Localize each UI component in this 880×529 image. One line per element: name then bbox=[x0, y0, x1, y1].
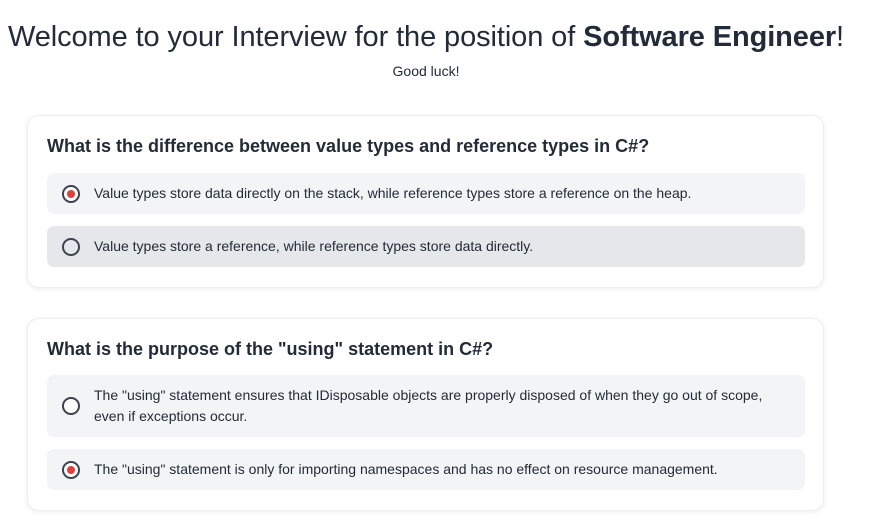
answer-option-text: Value types store data directly on the s… bbox=[94, 185, 692, 201]
page-title: Welcome to your Interview for the positi… bbox=[0, 18, 852, 56]
answer-option[interactable]: Value types store a reference, while ref… bbox=[47, 226, 805, 267]
answer-option[interactable]: Value types store data directly on the s… bbox=[47, 173, 805, 214]
question-card: What is the purpose of the "using" state… bbox=[27, 318, 824, 511]
question-text: What is the purpose of the "using" state… bbox=[47, 339, 494, 359]
answer-option[interactable]: The "using" statement is only for import… bbox=[47, 449, 805, 490]
page-subtitle: Good luck! bbox=[392, 63, 460, 79]
radio-selected-dot bbox=[67, 465, 75, 474]
radio-button[interactable] bbox=[62, 397, 80, 415]
radio-button-selected[interactable] bbox=[62, 184, 80, 203]
radio-button[interactable] bbox=[62, 237, 80, 256]
question-card: What is the difference between value typ… bbox=[27, 115, 824, 288]
answer-option-text: Value types store a reference, while ref… bbox=[94, 238, 534, 254]
title-suffix: ! bbox=[836, 21, 845, 53]
answer-option[interactable]: The "using" statement ensures that IDisp… bbox=[47, 375, 805, 437]
answer-option-text: The "using" statement is only for import… bbox=[94, 461, 718, 477]
title-role: Software Engineer bbox=[583, 21, 837, 53]
title-prefix: Welcome to your Interview for the positi… bbox=[7, 21, 584, 53]
question-text: What is the difference between value typ… bbox=[47, 136, 650, 156]
answer-option-text: The "using" statement ensures that IDisp… bbox=[94, 387, 763, 424]
interview-page: Welcome to your Interview for the positi… bbox=[0, 0, 880, 529]
page-header: Welcome to your Interview for the positi… bbox=[0, 18, 852, 79]
radio-button-selected[interactable] bbox=[62, 460, 80, 479]
radio-selected-dot bbox=[67, 189, 75, 198]
